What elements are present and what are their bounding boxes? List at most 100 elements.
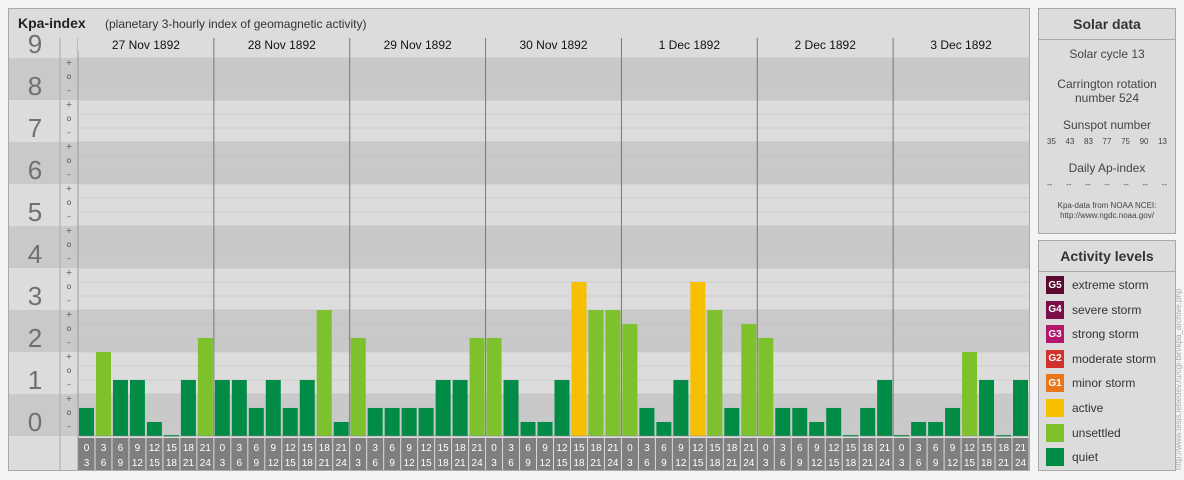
interval-start-label: 18	[862, 443, 874, 454]
kp-bar	[758, 338, 774, 436]
interval-end-label: 18	[981, 458, 993, 469]
kp-bar	[860, 407, 876, 436]
legend-item: quiet	[1046, 447, 1098, 467]
interval-start-label: 6	[389, 443, 395, 454]
kp-bar	[707, 310, 723, 436]
interval-start-label: 0	[899, 443, 905, 454]
sunspot-value: 77	[1102, 137, 1112, 146]
interval-start-label: 12	[556, 443, 568, 454]
y-tick-label: 2	[28, 323, 42, 353]
interval-end-label: 18	[845, 458, 857, 469]
interval-end-label: 15	[692, 458, 704, 469]
minor-tick-label: +	[66, 58, 73, 67]
y-tick-label: 9	[28, 29, 42, 59]
interval-start-label: 21	[743, 443, 755, 454]
sunspot-values: 35 43 83 77 75 90 13	[1039, 137, 1175, 146]
sunspot-value: 90	[1139, 137, 1149, 146]
interval-start-label: 12	[692, 443, 704, 454]
interval-end-label: 18	[166, 458, 178, 469]
interval-end-label: 21	[455, 458, 467, 469]
legend-item: G2 moderate storm	[1046, 349, 1156, 369]
interval-end-label: 21	[590, 458, 602, 469]
interval-end-label: 18	[302, 458, 314, 469]
day-label: 27 Nov 1892	[112, 38, 180, 52]
kp-bar	[622, 323, 638, 436]
interval-start-label: 21	[336, 443, 348, 454]
solar-data-panel: Solar data Solar cycle 13 Carrington rot…	[1038, 8, 1176, 234]
minor-tick-label: –	[67, 296, 71, 305]
minor-tick-label: +	[66, 100, 73, 109]
interval-start-label: 15	[845, 443, 857, 454]
legend-label: strong storm	[1072, 327, 1139, 342]
kp-bar	[928, 422, 944, 436]
legend-item: G5 extreme storm	[1046, 275, 1149, 295]
kp-bar	[826, 407, 842, 436]
minor-tick-label: +	[66, 394, 73, 403]
kp-bar	[486, 338, 502, 436]
interval-end-label: 6	[508, 458, 514, 469]
kp-bar	[724, 407, 740, 436]
kp-bar	[520, 422, 536, 436]
kp-bar	[945, 407, 961, 436]
interval-end-label: 6	[101, 458, 107, 469]
legend-label: unsettled	[1072, 425, 1121, 440]
kp-bar	[605, 310, 621, 436]
kp-bar	[401, 407, 417, 436]
kp-bar	[452, 380, 468, 436]
interval-start-label: 3	[101, 443, 107, 454]
interval-end-label: 6	[237, 458, 243, 469]
minor-tick-label: +	[66, 352, 73, 361]
kp-bar	[639, 407, 655, 436]
kp-bar	[418, 407, 434, 436]
band-row	[9, 268, 1029, 310]
minor-tick-label: +	[66, 142, 73, 151]
sunspot-value: 13	[1158, 137, 1167, 146]
interval-end-label: 24	[743, 458, 755, 469]
interval-start-label: 12	[964, 443, 976, 454]
ap-label: Daily Ap-index	[1068, 161, 1146, 175]
kp-bar	[333, 422, 349, 436]
interval-end-label: 6	[916, 458, 922, 469]
legend-swatch: G2	[1046, 349, 1064, 368]
ap-values: -- -- -- -- -- -- --	[1039, 180, 1175, 189]
minor-tick-label: o	[67, 282, 72, 291]
interval-start-label: 12	[285, 443, 297, 454]
minor-tick-label: o	[67, 72, 72, 81]
minor-tick-label: –	[67, 254, 71, 263]
interval-start-label: 12	[149, 443, 161, 454]
legend-item: G3 strong storm	[1046, 324, 1139, 344]
y-tick-label: 0	[28, 407, 42, 437]
interval-start-label: 3	[780, 443, 786, 454]
band-row	[9, 226, 1029, 268]
kp-bar	[129, 380, 145, 436]
interval-start-label: 6	[933, 443, 939, 454]
interval-start-label: 3	[644, 443, 650, 454]
interval-end-label: 6	[372, 458, 378, 469]
band-row	[9, 310, 1029, 352]
minor-tick-label: –	[67, 170, 71, 179]
kp-bar	[197, 338, 213, 436]
kp-bar	[571, 281, 587, 436]
interval-end-label: 15	[828, 458, 840, 469]
solar-panel-title: Solar data	[1039, 9, 1175, 40]
kp-bar	[503, 380, 519, 436]
minor-tick-label: +	[66, 226, 73, 235]
source-note-1: Kpa-data from NOAA NCEI:	[1057, 201, 1157, 210]
minor-tick-label: +	[66, 268, 73, 277]
kp-bar	[792, 407, 808, 436]
ap-value: --	[1085, 180, 1091, 189]
interval-start-label: 9	[406, 443, 412, 454]
kp-bar	[180, 380, 196, 436]
minor-tick-label: o	[67, 408, 72, 417]
interval-end-label: 6	[644, 458, 650, 469]
day-label: 29 Nov 1892	[384, 38, 452, 52]
interval-end-label: 6	[780, 458, 786, 469]
ap-value: --	[1161, 180, 1167, 189]
interval-start-label: 6	[525, 443, 531, 454]
interval-start-label: 21	[200, 443, 212, 454]
y-tick-label: 8	[28, 71, 42, 101]
interval-end-label: 24	[1015, 458, 1027, 469]
interval-end-label: 12	[268, 458, 280, 469]
day-label: 28 Nov 1892	[248, 38, 316, 52]
kp-bar	[775, 407, 791, 436]
